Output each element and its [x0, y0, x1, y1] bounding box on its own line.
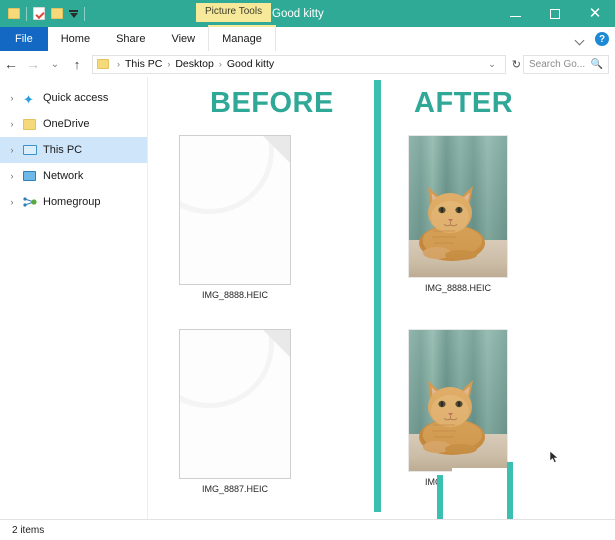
- tab-share[interactable]: Share: [103, 27, 158, 51]
- after-heading: AFTER: [414, 87, 514, 119]
- item-count-label: 2 items: [12, 525, 45, 536]
- file-tile-before-2[interactable]: IMG_8887.HEIC: [170, 329, 300, 494]
- toolbar-separator: [26, 6, 27, 21]
- folder-icon[interactable]: [8, 8, 20, 19]
- recent-locations-icon[interactable]: ⌄: [44, 51, 66, 77]
- navigation-pane: › ✦ Quick access › OneDrive › This PC › …: [0, 77, 148, 519]
- breadcrumb-item-this-pc[interactable]: This PC: [125, 58, 162, 70]
- photo-thumbnail: [408, 329, 508, 472]
- tab-home[interactable]: Home: [48, 27, 103, 51]
- minimize-button[interactable]: [495, 0, 535, 27]
- help-icon[interactable]: ?: [595, 32, 609, 46]
- before-after-divider: [374, 80, 381, 512]
- file-tile-after-2[interactable]: IMG_8887.HEIC: [393, 329, 523, 487]
- file-name-label: IMG_8887.HEIC: [201, 484, 269, 494]
- file-tile-before-1[interactable]: IMG_8888.HEIC: [170, 135, 300, 300]
- chevron-down-icon[interactable]: [576, 37, 585, 42]
- breadcrumb-separator-0: ›: [117, 59, 120, 69]
- mouse-cursor: [549, 450, 559, 463]
- expand-chevron-icon[interactable]: ›: [6, 119, 18, 129]
- sidebar-item-network[interactable]: › Network: [0, 163, 147, 189]
- customize-caret-icon[interactable]: [69, 9, 78, 18]
- expand-chevron-icon[interactable]: ›: [6, 93, 18, 103]
- window-title: Good kitty: [272, 7, 324, 20]
- sidebar-item-quick-access[interactable]: › ✦ Quick access: [0, 85, 147, 111]
- search-placeholder: Search Go...: [529, 58, 586, 70]
- address-dropdown-icon[interactable]: ⌄: [488, 59, 501, 70]
- back-button[interactable]: ←: [0, 51, 22, 77]
- tab-view[interactable]: View: [158, 27, 208, 51]
- ribbon-tab-strip: File Home Share View Manage ?: [0, 25, 615, 52]
- onedrive-folder-icon: [23, 117, 38, 131]
- close-button[interactable]: ✕: [575, 0, 615, 27]
- sidebar-item-label: Network: [43, 170, 84, 182]
- tab-manage[interactable]: Manage: [208, 25, 276, 51]
- status-bar: 2 items: [0, 519, 615, 540]
- expand-chevron-icon[interactable]: ›: [6, 197, 18, 207]
- title-bar: Picture Tools Good kitty ✕: [0, 0, 615, 27]
- explorer-body: › ✦ Quick access › OneDrive › This PC › …: [0, 77, 615, 519]
- search-icon: 🔍: [590, 58, 603, 70]
- window-controls: ✕: [495, 0, 615, 27]
- properties-icon[interactable]: [33, 7, 45, 20]
- file-tile-after-1[interactable]: IMG_8888.HEIC: [393, 135, 523, 293]
- generic-file-icon: [179, 329, 291, 479]
- homegroup-icon: [23, 195, 38, 209]
- file-name-label: IMG_8888.HEIC: [424, 283, 492, 293]
- sidebar-item-label: Quick access: [43, 92, 109, 104]
- breadcrumb[interactable]: › This PC › Desktop › Good kitty ⌄: [92, 54, 506, 74]
- maximize-button[interactable]: [535, 0, 575, 27]
- breadcrumb-item-desktop[interactable]: Desktop: [175, 58, 214, 70]
- sidebar-item-onedrive[interactable]: › OneDrive: [0, 111, 147, 137]
- expand-chevron-icon[interactable]: ›: [6, 171, 18, 181]
- this-pc-icon: [23, 143, 38, 157]
- toolbar-separator-2: [84, 6, 85, 21]
- tab-file[interactable]: File: [0, 27, 48, 51]
- address-bar: ← → ⌄ ↑ › This PC › Desktop › Good kitty…: [0, 51, 615, 78]
- sidebar-item-label: OneDrive: [43, 118, 90, 130]
- quick-access-toolbar: [0, 6, 85, 21]
- sidebar-item-label: This PC: [43, 144, 83, 156]
- sidebar-item-homegroup[interactable]: › Homegroup: [0, 189, 147, 215]
- breadcrumb-folder-icon: [97, 59, 109, 69]
- file-list-pane[interactable]: BEFORE AFTER IMG_8888.HEIC IMG_8887.HEIC…: [148, 77, 615, 519]
- sidebar-item-this-pc[interactable]: › This PC: [0, 137, 147, 163]
- search-input[interactable]: Search Go... 🔍: [523, 54, 609, 74]
- forward-button[interactable]: →: [22, 51, 44, 77]
- generic-file-icon: [179, 135, 291, 285]
- photo-thumbnail: [408, 135, 508, 278]
- breadcrumb-separator-1: ›: [167, 59, 171, 69]
- picture-tools-label: Picture Tools: [196, 3, 272, 22]
- breadcrumb-separator-2: ›: [218, 59, 222, 69]
- before-heading: BEFORE: [210, 87, 334, 119]
- up-button[interactable]: ↑: [66, 51, 88, 77]
- sidebar-item-label: Homegroup: [43, 196, 101, 208]
- expand-chevron-icon[interactable]: ›: [6, 145, 18, 155]
- breadcrumb-item-good-kitty[interactable]: Good kitty: [227, 58, 274, 70]
- network-icon: [23, 169, 38, 183]
- file-explorer-window: Picture Tools Good kitty ✕ File Home Sha…: [0, 0, 615, 540]
- file-name-label: IMG_8888.HEIC: [201, 290, 269, 300]
- refresh-icon[interactable]: ↻: [512, 58, 523, 71]
- new-folder-icon[interactable]: [51, 8, 63, 19]
- star-icon: ✦: [23, 92, 34, 107]
